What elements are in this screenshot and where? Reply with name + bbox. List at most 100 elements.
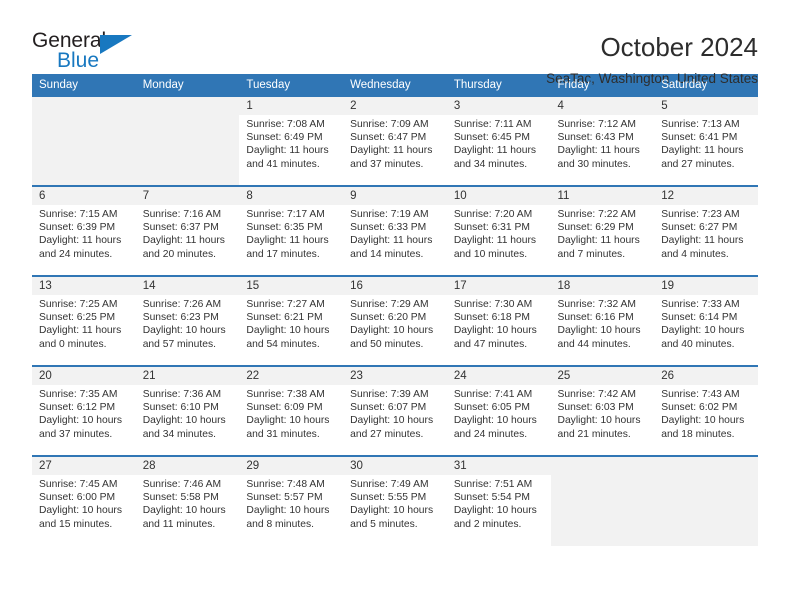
day-number[interactable]: 27 [32,456,136,475]
day-cell[interactable]: Sunrise: 7:27 AM Sunset: 6:21 PM Daylight:… [239,295,344,367]
day-cell[interactable]: Sunrise: 7:33 AM Sunset: 6:14 PM Daylight:… [654,295,758,367]
day-daylight-line2-text: and 41 minutes. [246,158,320,170]
day-daylight-line2-text: and 37 minutes. [350,158,424,170]
day-cell[interactable]: Sunrise: 7:09 AM Sunset: 6:47 PM Daylight:… [343,115,447,187]
day-daylight-line2-text: and 27 minutes. [350,428,424,440]
day-sunset-text: Sunset: 6:37 PM [142,222,219,234]
day-number[interactable]: 22 [239,366,344,385]
day-number[interactable]: 4 [550,97,655,115]
day-number[interactable]: 28 [135,456,240,475]
day-number[interactable]: 16 [343,276,447,295]
day-sunrise-text: Sunrise: 7:17 AM [246,209,325,220]
day-number[interactable]: 13 [32,276,136,295]
day-number[interactable]: 10 [446,186,551,205]
day-daylight-line1-text: Daylight: 10 hours [39,415,122,427]
day-cell[interactable]: Sunrise: 7:19 AM Sunset: 6:33 PM Daylight:… [343,205,447,277]
day-cell[interactable]: Sunrise: 7:42 AM Sunset: 6:03 PM Daylight:… [550,385,655,457]
day-cell[interactable]: Sunrise: 7:48 AM Sunset: 5:57 PM Daylight:… [239,475,344,546]
day-cell[interactable]: Sunrise: 7:36 AM Sunset: 6:10 PM Daylight:… [135,385,240,457]
day-number-empty [135,97,240,115]
day-daylight-line1-text: Daylight: 11 hours [661,235,744,247]
day-cell[interactable]: Sunrise: 7:29 AM Sunset: 6:20 PM Daylight:… [343,295,447,367]
day-number[interactable]: 17 [446,276,551,295]
day-cell[interactable]: Sunrise: 7:45 AM Sunset: 6:00 PM Daylight:… [32,475,136,546]
day-cell[interactable]: Sunrise: 7:25 AM Sunset: 6:25 PM Daylight:… [32,295,136,367]
day-cell[interactable]: Sunrise: 7:13 AM Sunset: 6:41 PM Daylight:… [654,115,758,187]
day-sunrise-text: Sunrise: 7:26 AM [142,299,222,310]
day-daylight-line2-text: and 0 minutes. [39,338,107,350]
day-cell[interactable]: Sunrise: 7:38 AM Sunset: 6:09 PM Daylight:… [239,385,344,457]
day-cell-empty [654,475,758,546]
day-cell[interactable]: Sunrise: 7:23 AM Sunset: 6:27 PM Daylight:… [654,205,758,277]
day-number[interactable]: 11 [550,186,655,205]
day-sunrise-text: Sunrise: 7:48 AM [246,479,325,490]
day-number[interactable]: 6 [32,186,136,205]
day-cell[interactable]: Sunrise: 7:30 AM Sunset: 6:18 PM Daylight:… [446,295,551,367]
day-cell[interactable]: Sunrise: 7:17 AM Sunset: 6:35 PM Daylight:… [239,205,344,277]
day-sunset-text: Sunset: 6:16 PM [557,312,634,324]
day-sunrise-text: Sunrise: 7:15 AM [39,209,118,220]
week-daynumber-row: 6 7 8 9 10 11 12 [32,186,758,205]
sunrise-sunset-calendar: Sunday Monday Tuesday Wednesday Thursday… [32,74,758,546]
day-number[interactable]: 30 [343,456,447,475]
day-number[interactable]: 14 [135,276,240,295]
day-number[interactable]: 25 [550,366,655,385]
day-cell[interactable]: Sunrise: 7:46 AM Sunset: 5:58 PM Daylight:… [135,475,240,546]
day-sunrise-text: Sunrise: 7:42 AM [557,389,636,400]
day-number[interactable]: 8 [239,186,344,205]
day-number[interactable]: 19 [654,276,758,295]
brand-logo[interactable]: General Blue [32,30,150,76]
day-cell[interactable]: Sunrise: 7:43 AM Sunset: 6:02 PM Daylight:… [654,385,758,457]
day-number[interactable]: 29 [239,456,344,475]
day-cell[interactable]: Sunrise: 7:51 AM Sunset: 5:54 PM Daylight:… [446,475,551,546]
day-sunset-text: Sunset: 6:03 PM [557,402,634,414]
day-number[interactable]: 26 [654,366,758,385]
day-number[interactable]: 18 [550,276,655,295]
day-sunrise-text: Sunrise: 7:49 AM [350,479,429,490]
day-sunset-text: Sunset: 6:49 PM [246,132,323,144]
day-cell[interactable]: Sunrise: 7:35 AM Sunset: 6:12 PM Daylight:… [32,385,136,457]
weekday-header-tuesday: Tuesday [239,74,344,97]
day-cell[interactable]: Sunrise: 7:15 AM Sunset: 6:39 PM Daylight:… [32,205,136,277]
day-sunset-text: Sunset: 6:31 PM [453,222,530,234]
day-daylight-line1-text: Daylight: 10 hours [453,505,537,517]
day-daylight-line2-text: and 47 minutes. [453,338,528,350]
day-number[interactable]: 3 [446,97,551,115]
day-number-empty [654,456,758,475]
day-daylight-line1-text: Daylight: 10 hours [142,325,226,337]
day-number-empty [550,456,655,475]
day-cell[interactable]: Sunrise: 7:16 AM Sunset: 6:37 PM Daylight:… [135,205,240,277]
day-sunset-text: Sunset: 5:54 PM [453,492,530,504]
day-daylight-line1-text: Daylight: 10 hours [557,325,641,337]
day-number[interactable]: 15 [239,276,344,295]
day-cell[interactable]: Sunrise: 7:32 AM Sunset: 6:16 PM Daylight:… [550,295,655,367]
day-daylight-line2-text: and 27 minutes. [661,158,735,170]
day-cell[interactable]: Sunrise: 7:20 AM Sunset: 6:31 PM Daylight:… [446,205,551,277]
day-number[interactable]: 1 [239,97,344,115]
day-number[interactable]: 9 [343,186,447,205]
weekday-header-wednesday: Wednesday [343,74,447,97]
day-number[interactable]: 12 [654,186,758,205]
day-cell[interactable]: Sunrise: 7:49 AM Sunset: 5:55 PM Daylight:… [343,475,447,546]
calendar-page: General Blue October 2024 SeaTac, Washin… [0,0,792,612]
day-number[interactable]: 7 [135,186,240,205]
day-number[interactable]: 2 [343,97,447,115]
day-cell[interactable]: Sunrise: 7:12 AM Sunset: 6:43 PM Daylight:… [550,115,655,187]
day-number[interactable]: 24 [446,366,551,385]
day-cell[interactable]: Sunrise: 7:26 AM Sunset: 6:23 PM Daylight:… [135,295,240,367]
day-number[interactable]: 5 [654,97,758,115]
day-cell-empty [135,115,240,187]
day-daylight-line1-text: Daylight: 11 hours [246,235,329,247]
day-cell[interactable]: Sunrise: 7:39 AM Sunset: 6:07 PM Daylight:… [343,385,447,457]
day-number[interactable]: 20 [32,366,136,385]
day-cell[interactable]: Sunrise: 7:08 AM Sunset: 6:49 PM Daylight:… [239,115,344,187]
day-cell[interactable]: Sunrise: 7:22 AM Sunset: 6:29 PM Daylight:… [550,205,655,277]
day-number[interactable]: 23 [343,366,447,385]
day-cell[interactable]: Sunrise: 7:41 AM Sunset: 6:05 PM Daylight:… [446,385,551,457]
day-number[interactable]: 31 [446,456,551,475]
day-cell[interactable]: Sunrise: 7:11 AM Sunset: 6:45 PM Daylight:… [446,115,551,187]
day-daylight-line2-text: and 10 minutes. [453,248,528,260]
day-sunrise-text: Sunrise: 7:39 AM [350,389,429,400]
day-number[interactable]: 21 [135,366,240,385]
week-daynumber-row: 20 21 22 23 24 25 26 [32,366,758,385]
